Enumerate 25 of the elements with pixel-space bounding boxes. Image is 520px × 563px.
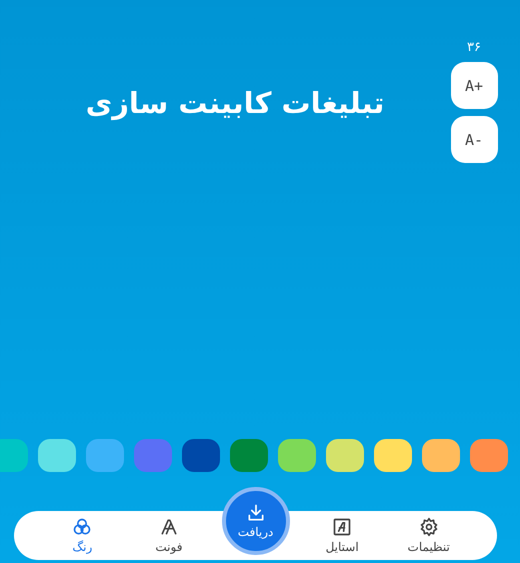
nav-tab[interactable]: رنگ [39, 517, 126, 554]
font-icon [158, 517, 179, 537]
color-swatch[interactable] [86, 439, 124, 472]
color-swatch[interactable] [422, 439, 460, 472]
nav-tab[interactable]: فونت [126, 517, 212, 554]
settings-icon [418, 517, 439, 537]
font-size-value: ۳۶ [467, 40, 481, 55]
color-swatch[interactable] [0, 439, 28, 472]
poster-title: تبلیغات کابینت سازی [86, 86, 384, 120]
color-swatch[interactable] [38, 439, 76, 472]
download-button[interactable]: دریافت [222, 486, 290, 554]
color-swatch[interactable] [230, 439, 268, 472]
color-swatch[interactable] [326, 439, 364, 472]
font-size-button[interactable]: A+ [450, 62, 498, 109]
font-size-button[interactable]: A- [450, 116, 498, 163]
color-swatch[interactable] [470, 439, 508, 472]
nav-tab[interactable]: استایل [298, 517, 386, 554]
download-icon [246, 502, 266, 522]
color-swatch[interactable] [278, 439, 316, 472]
color-circles-icon [72, 517, 92, 537]
color-swatch[interactable] [182, 439, 220, 472]
color-swatch[interactable] [374, 439, 412, 472]
color-swatch[interactable] [134, 439, 172, 472]
letter-frame-icon [332, 517, 352, 537]
nav-tab[interactable]: تنظیمات [385, 517, 472, 554]
